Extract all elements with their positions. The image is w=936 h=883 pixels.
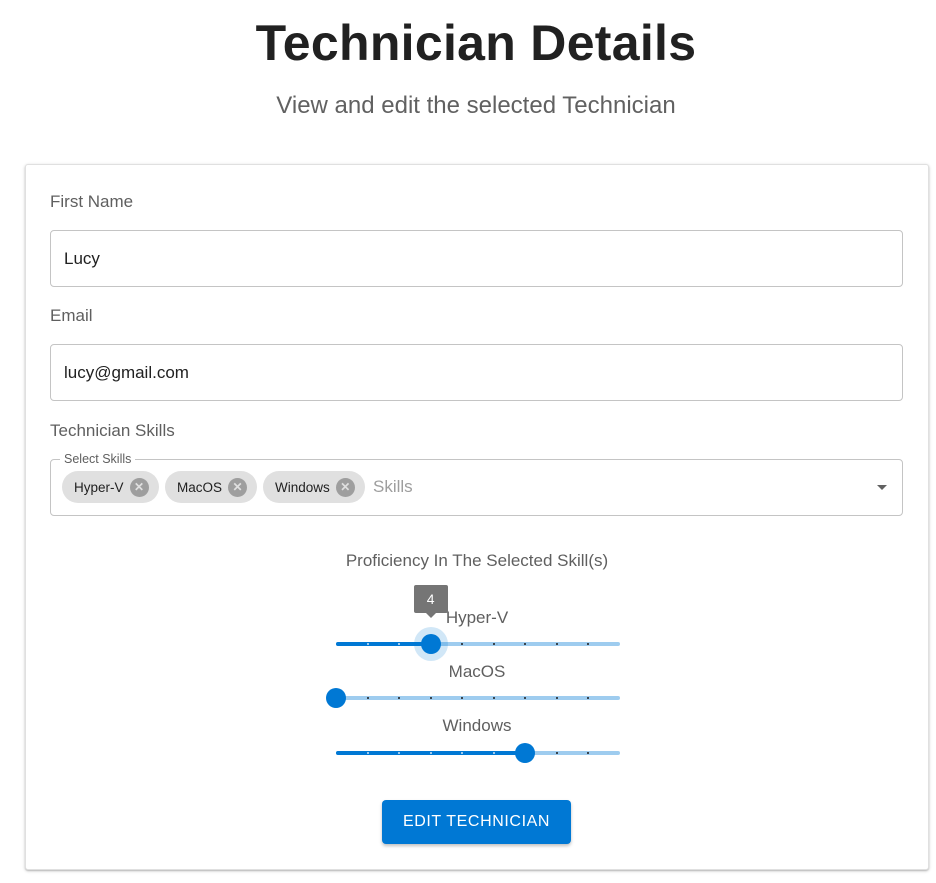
email-input[interactable] (50, 344, 903, 401)
slider-tick-mark (492, 752, 495, 754)
slider-tick-mark (492, 643, 495, 645)
first-name-input[interactable] (50, 230, 903, 287)
slider-value-label: 4 (413, 585, 448, 618)
skill-chip-hyper-v[interactable]: Hyper-V ✕ (62, 471, 159, 503)
technician-form-card: First Name Email Technician Skills Selec… (25, 164, 929, 870)
skill-chip-macos[interactable]: MacOS ✕ (165, 471, 257, 503)
first-name-label: First Name (50, 192, 134, 211)
arrow-drop-down-icon[interactable] (877, 485, 887, 490)
edit-technician-button[interactable]: EDIT TECHNICIAN (382, 800, 571, 844)
slider-track (336, 642, 431, 646)
proficiency-slider-macos[interactable] (326, 688, 620, 708)
skills-search-input[interactable]: Skills (373, 477, 413, 497)
page-subtitle: View and edit the selected Technician (276, 92, 676, 119)
slider-thumb[interactable] (515, 743, 536, 763)
slider-label-windows: Windows (442, 716, 512, 735)
skills-select[interactable]: Select Skills Hyper-V ✕ MacOS ✕ Windows … (50, 452, 903, 516)
slider-tick-mark (555, 752, 558, 754)
technician-skills-label: Technician Skills (50, 421, 175, 440)
slider-tick-mark (555, 697, 558, 699)
proficiency-slider-hyper-v[interactable]: 4 (336, 585, 620, 654)
chip-label: Hyper-V (74, 479, 124, 495)
cancel-icon[interactable]: ✕ (228, 477, 248, 497)
proficiency-slider-windows[interactable] (336, 743, 620, 763)
slider-tick-mark (366, 643, 369, 645)
page-title: Technician Details (255, 15, 697, 71)
email-label: Email (50, 306, 93, 325)
slider-tick-mark (366, 697, 369, 699)
slider-rail[interactable] (336, 696, 620, 700)
slider-tick-mark (366, 752, 369, 754)
slider-label-hyper-v: Hyper-V (445, 608, 509, 627)
proficiency-heading: Proficiency In The Selected Skill(s) (345, 551, 609, 570)
skills-select-legend: Select Skills (60, 452, 136, 466)
chip-label: MacOS (177, 479, 223, 495)
cancel-icon[interactable]: ✕ (335, 477, 355, 497)
slider-tick-mark (429, 752, 432, 754)
slider-tick-mark (555, 643, 558, 645)
slider-thumb[interactable] (326, 688, 346, 708)
slider-thumb[interactable] (420, 634, 441, 654)
slider-tick-mark (492, 697, 495, 699)
slider-tick-mark (429, 697, 432, 699)
chip-label: Windows (275, 479, 330, 495)
skill-chip-windows[interactable]: Windows ✕ (263, 471, 365, 503)
cancel-icon[interactable]: ✕ (129, 477, 149, 497)
slider-label-macos: MacOS (448, 662, 506, 681)
